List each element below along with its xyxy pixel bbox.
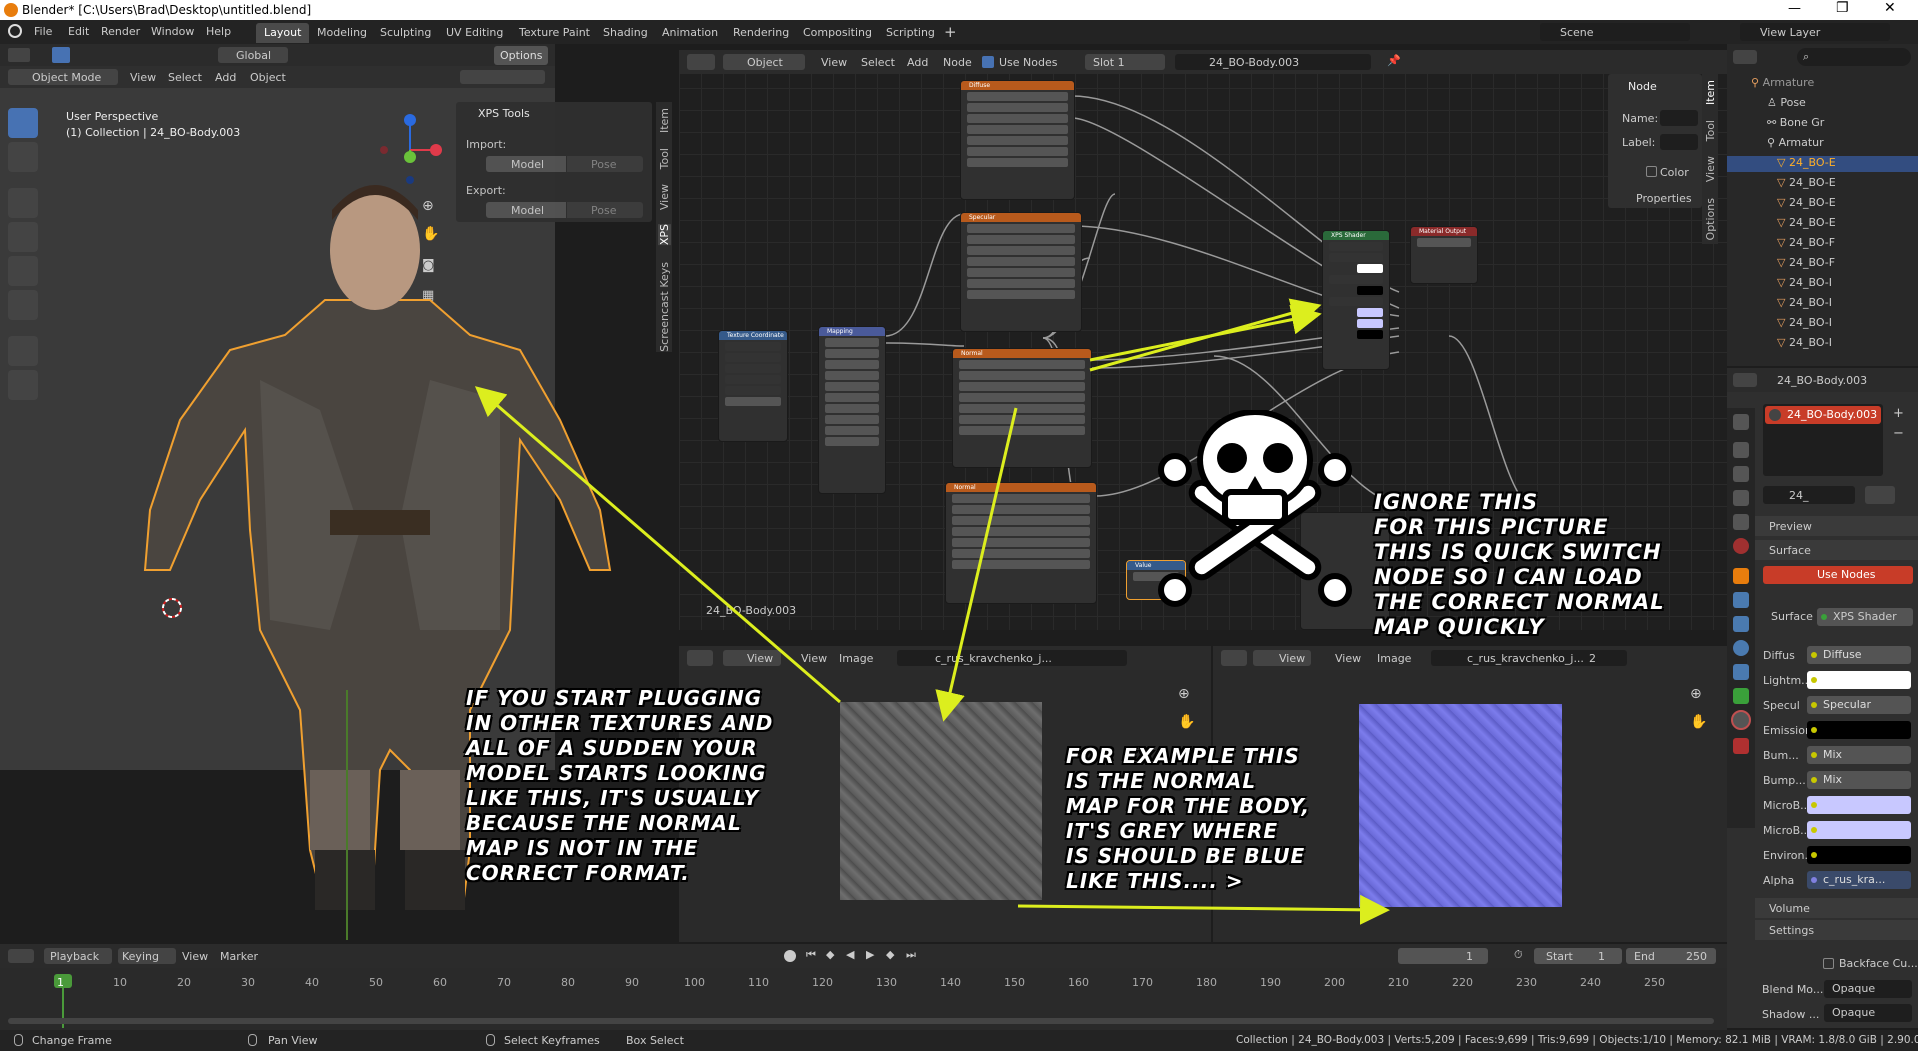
annotation-ignore-text: Ignore this for this picture This is Qui… — [1374, 490, 1665, 639]
annotation-plugging-text: If you start plugging in other textures … — [466, 686, 774, 885]
skull-crossbones-icon — [1158, 410, 1352, 607]
annotation-example-text: For example this is the Normal map for t… — [1066, 744, 1311, 893]
